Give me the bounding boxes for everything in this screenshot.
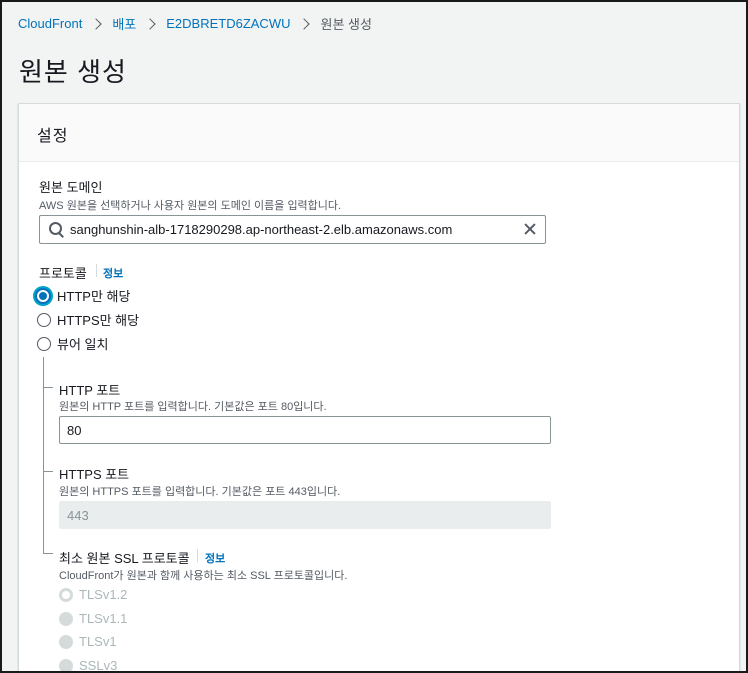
http-port-label: HTTP 포트 [59,383,121,398]
radio-https-only[interactable]: HTTPS만 해당 [37,310,139,329]
radio-sslv3: SSLv3 [59,658,118,673]
tree-tick [43,471,53,472]
breadcrumb-current: 원본 생성 [320,17,372,32]
settings-panel: 설정 원본 도메인 AWS 원본을 선택하거나 사용자 원본의 도메인 이름을 … [18,103,740,673]
radio-https-only-label: HTTPS만 해당 [57,313,140,328]
radio-http-only-label: HTTP만 해당 [57,289,131,304]
settings-header: 설정 [19,104,739,162]
radio-tlsv1-label: TLSv1 [79,634,117,649]
origin-domain-input[interactable]: sanghunshin-alb-1718290298.ap-northeast-… [39,215,546,244]
settings-title: 설정 [37,128,69,145]
breadcrumb-distributions[interactable]: 배포 [112,14,136,33]
protocol-info-link[interactable]: 정보 [103,265,123,281]
http-port-input[interactable]: 80 [59,416,551,444]
chevron-right-icon [90,17,102,30]
clear-icon[interactable] [515,215,545,244]
radio-match-viewer-label: 뷰어 일치 [57,337,109,352]
protocol-label: 프로토콜 [39,266,87,281]
radio-tlsv1: TLSv1 [59,634,117,649]
chevron-right-icon [144,17,156,30]
search-icon [40,215,70,244]
https-port-description: 원본의 HTTPS 포트를 입력합니다. 기본값은 포트 443입니다. [59,486,341,498]
breadcrumb-cloudfront[interactable]: CloudFront [18,16,82,31]
radio-tlsv12-label: TLSv1.2 [79,587,128,602]
radio-tlsv12: TLSv1.2 [59,587,127,602]
breadcrumb-distribution-id[interactable]: E2DBRETD6ZACWU [166,16,290,31]
radio-tlsv11: TLSv1.1 [59,611,127,626]
radio-icon[interactable] [37,336,51,351]
chevron-right-icon [298,17,311,30]
window-frame: CloudFront 배포 E2DBRETD6ZACWU 원본 생성 원본 생성… [0,0,748,673]
radio-tlsv11-label: TLSv1.1 [79,611,128,626]
origin-domain-description: AWS 원본을 선택하거나 사용자 원본의 도메인 이름을 입력합니다. [39,200,342,212]
radio-disabled-icon [59,658,73,671]
radio-disabled-icon [59,587,73,602]
min-ssl-description: CloudFront가 원본과 함께 사용하는 최소 SSL 프로토콜입니다. [59,570,348,582]
page-title: 원본 생성 [19,57,127,87]
origin-domain-label: 원본 도메인 [39,180,103,195]
radio-disabled-icon [59,634,73,649]
radio-http-only[interactable]: HTTP만 해당 [35,286,130,305]
info-divider [96,264,97,277]
min-ssl-label: 최소 원본 SSL 프로토콜 [59,551,190,566]
tree-tick [43,553,53,554]
info-divider [197,549,198,562]
http-port-description: 원본의 HTTP 포트를 입력합니다. 기본값은 포트 80입니다. [59,401,327,413]
radio-selected-icon[interactable] [35,287,51,304]
radio-disabled-icon [59,611,73,626]
radio-match-viewer[interactable]: 뷰어 일치 [37,334,108,353]
tree-tick [43,387,53,388]
origin-domain-value[interactable]: sanghunshin-alb-1718290298.ap-northeast-… [70,222,515,237]
breadcrumb: CloudFront 배포 E2DBRETD6ZACWU 원본 생성 [18,14,372,33]
https-port-input: 443 [59,501,551,529]
min-ssl-info-link[interactable]: 정보 [205,550,225,566]
radio-sslv3-label: SSLv3 [79,658,118,673]
radio-icon[interactable] [37,312,51,327]
https-port-label: HTTPS 포트 [59,467,130,482]
